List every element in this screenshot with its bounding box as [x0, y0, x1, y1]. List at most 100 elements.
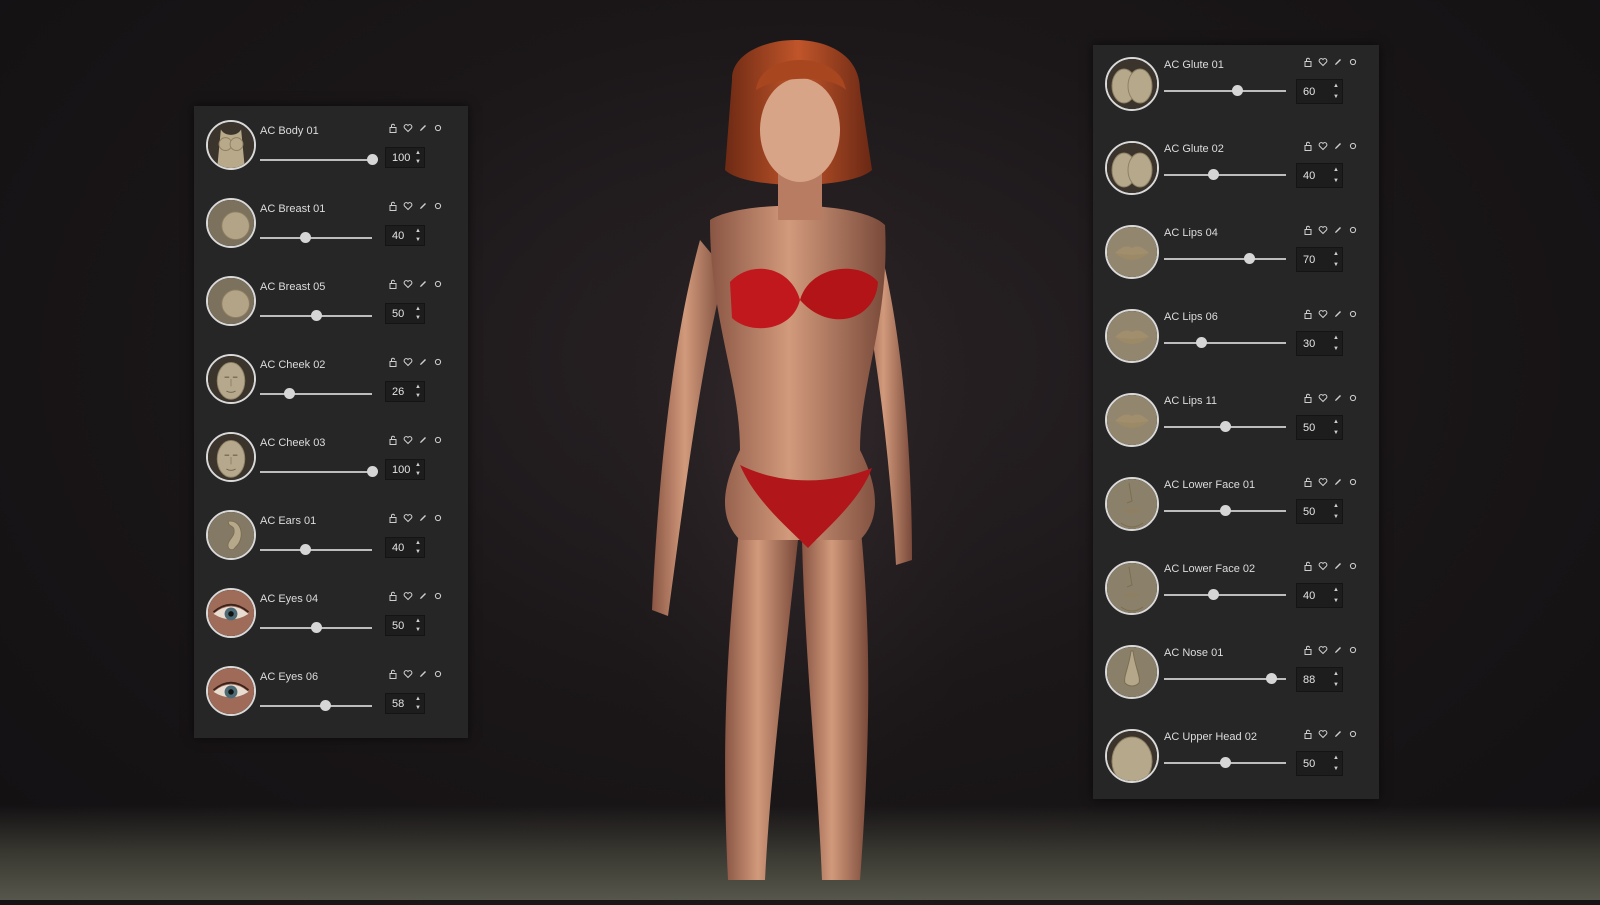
spinner-up-button[interactable]: ▲: [413, 149, 423, 158]
lock-icon[interactable]: [388, 357, 398, 367]
pencil-icon[interactable]: [1333, 645, 1343, 655]
spinner-up-button[interactable]: ▲: [413, 617, 423, 626]
value-spinner[interactable]: ▲ ▼: [1331, 165, 1341, 186]
value-field[interactable]: 40 ▲ ▼: [1296, 163, 1343, 188]
pencil-icon[interactable]: [418, 435, 428, 445]
spinner-up-button[interactable]: ▲: [1331, 333, 1341, 344]
value-text[interactable]: 100: [392, 152, 410, 164]
value-spinner[interactable]: ▲ ▼: [413, 305, 423, 322]
value-field[interactable]: 88 ▲ ▼: [1296, 667, 1343, 692]
pencil-icon[interactable]: [1333, 393, 1343, 403]
value-spinner[interactable]: ▲ ▼: [1331, 249, 1341, 270]
value-field[interactable]: 70 ▲ ▼: [1296, 247, 1343, 272]
spinner-up-button[interactable]: ▲: [1331, 81, 1341, 92]
heart-icon[interactable]: [1318, 729, 1328, 739]
morph-slider[interactable]: [260, 700, 372, 712]
spinner-down-button[interactable]: ▼: [413, 236, 423, 245]
value-text[interactable]: 50: [1303, 758, 1315, 770]
morph-slider[interactable]: [260, 310, 372, 322]
slider-knob[interactable]: [1220, 421, 1231, 432]
pencil-icon[interactable]: [1333, 729, 1343, 739]
pencil-icon[interactable]: [418, 669, 428, 679]
value-spinner[interactable]: ▲ ▼: [413, 461, 423, 478]
lock-icon[interactable]: [388, 435, 398, 445]
spinner-down-button[interactable]: ▼: [1331, 764, 1341, 775]
spinner-down-button[interactable]: ▼: [1331, 92, 1341, 103]
slider-knob[interactable]: [299, 544, 311, 555]
morph-slider[interactable]: [260, 544, 372, 556]
heart-icon[interactable]: [403, 123, 413, 133]
value-text[interactable]: 50: [392, 620, 404, 632]
value-field[interactable]: 30 ▲ ▼: [1296, 331, 1343, 356]
reset-circle-icon[interactable]: [1348, 645, 1358, 655]
slider-knob[interactable]: [1244, 253, 1256, 264]
value-spinner[interactable]: ▲ ▼: [1331, 417, 1341, 438]
heart-icon[interactable]: [403, 669, 413, 679]
spinner-up-button[interactable]: ▲: [413, 461, 423, 470]
value-field[interactable]: 50 ▲ ▼: [1296, 499, 1343, 524]
slider-knob[interactable]: [1220, 505, 1231, 516]
spinner-up-button[interactable]: ▲: [1331, 249, 1341, 260]
value-field[interactable]: 26 ▲ ▼: [385, 381, 425, 402]
reset-circle-icon[interactable]: [1348, 729, 1358, 739]
slider-knob[interactable]: [1232, 85, 1244, 96]
value-field[interactable]: 40 ▲ ▼: [1296, 583, 1343, 608]
pencil-icon[interactable]: [1333, 561, 1343, 571]
heart-icon[interactable]: [1318, 645, 1328, 655]
value-spinner[interactable]: ▲ ▼: [413, 695, 423, 712]
lock-icon[interactable]: [1303, 393, 1313, 403]
heart-icon[interactable]: [403, 201, 413, 211]
slider-knob[interactable]: [1266, 673, 1278, 684]
pencil-icon[interactable]: [418, 201, 428, 211]
pencil-icon[interactable]: [1333, 309, 1343, 319]
reset-circle-icon[interactable]: [1348, 477, 1358, 487]
spinner-up-button[interactable]: ▲: [413, 305, 423, 314]
reset-circle-icon[interactable]: [1348, 309, 1358, 319]
morph-slider[interactable]: [1164, 253, 1286, 265]
reset-circle-icon[interactable]: [433, 357, 443, 367]
lock-icon[interactable]: [388, 123, 398, 133]
lock-icon[interactable]: [388, 513, 398, 523]
reset-circle-icon[interactable]: [1348, 57, 1358, 67]
spinner-down-button[interactable]: ▼: [413, 392, 423, 401]
lock-icon[interactable]: [1303, 57, 1313, 67]
pencil-icon[interactable]: [418, 591, 428, 601]
value-text[interactable]: 40: [392, 230, 404, 242]
lock-icon[interactable]: [1303, 561, 1313, 571]
spinner-down-button[interactable]: ▼: [1331, 512, 1341, 523]
spinner-up-button[interactable]: ▲: [413, 383, 423, 392]
spinner-down-button[interactable]: ▼: [1331, 680, 1341, 691]
value-field[interactable]: 58 ▲ ▼: [385, 693, 425, 714]
value-spinner[interactable]: ▲ ▼: [1331, 81, 1341, 102]
slider-knob[interactable]: [311, 622, 322, 633]
spinner-down-button[interactable]: ▼: [1331, 176, 1341, 187]
pencil-icon[interactable]: [418, 123, 428, 133]
spinner-down-button[interactable]: ▼: [1331, 596, 1341, 607]
reset-circle-icon[interactable]: [433, 435, 443, 445]
value-text[interactable]: 30: [1303, 338, 1315, 350]
reset-circle-icon[interactable]: [1348, 561, 1358, 571]
spinner-up-button[interactable]: ▲: [1331, 753, 1341, 764]
reset-circle-icon[interactable]: [433, 123, 443, 133]
spinner-down-button[interactable]: ▼: [413, 626, 423, 635]
value-text[interactable]: 40: [392, 542, 404, 554]
slider-knob[interactable]: [1207, 589, 1219, 600]
heart-icon[interactable]: [1318, 561, 1328, 571]
heart-icon[interactable]: [403, 591, 413, 601]
spinner-up-button[interactable]: ▲: [413, 227, 423, 236]
heart-icon[interactable]: [403, 357, 413, 367]
pencil-icon[interactable]: [418, 357, 428, 367]
reset-circle-icon[interactable]: [433, 279, 443, 289]
pencil-icon[interactable]: [418, 279, 428, 289]
value-spinner[interactable]: ▲ ▼: [1331, 669, 1341, 690]
value-spinner[interactable]: ▲ ▼: [1331, 753, 1341, 774]
morph-slider[interactable]: [260, 388, 372, 400]
value-field[interactable]: 100 ▲ ▼: [385, 147, 425, 168]
value-field[interactable]: 50 ▲ ▼: [1296, 415, 1343, 440]
spinner-up-button[interactable]: ▲: [1331, 501, 1341, 512]
value-spinner[interactable]: ▲ ▼: [1331, 501, 1341, 522]
value-spinner[interactable]: ▲ ▼: [413, 539, 423, 556]
morph-slider[interactable]: [1164, 337, 1286, 349]
slider-knob[interactable]: [1195, 337, 1207, 348]
reset-circle-icon[interactable]: [433, 201, 443, 211]
